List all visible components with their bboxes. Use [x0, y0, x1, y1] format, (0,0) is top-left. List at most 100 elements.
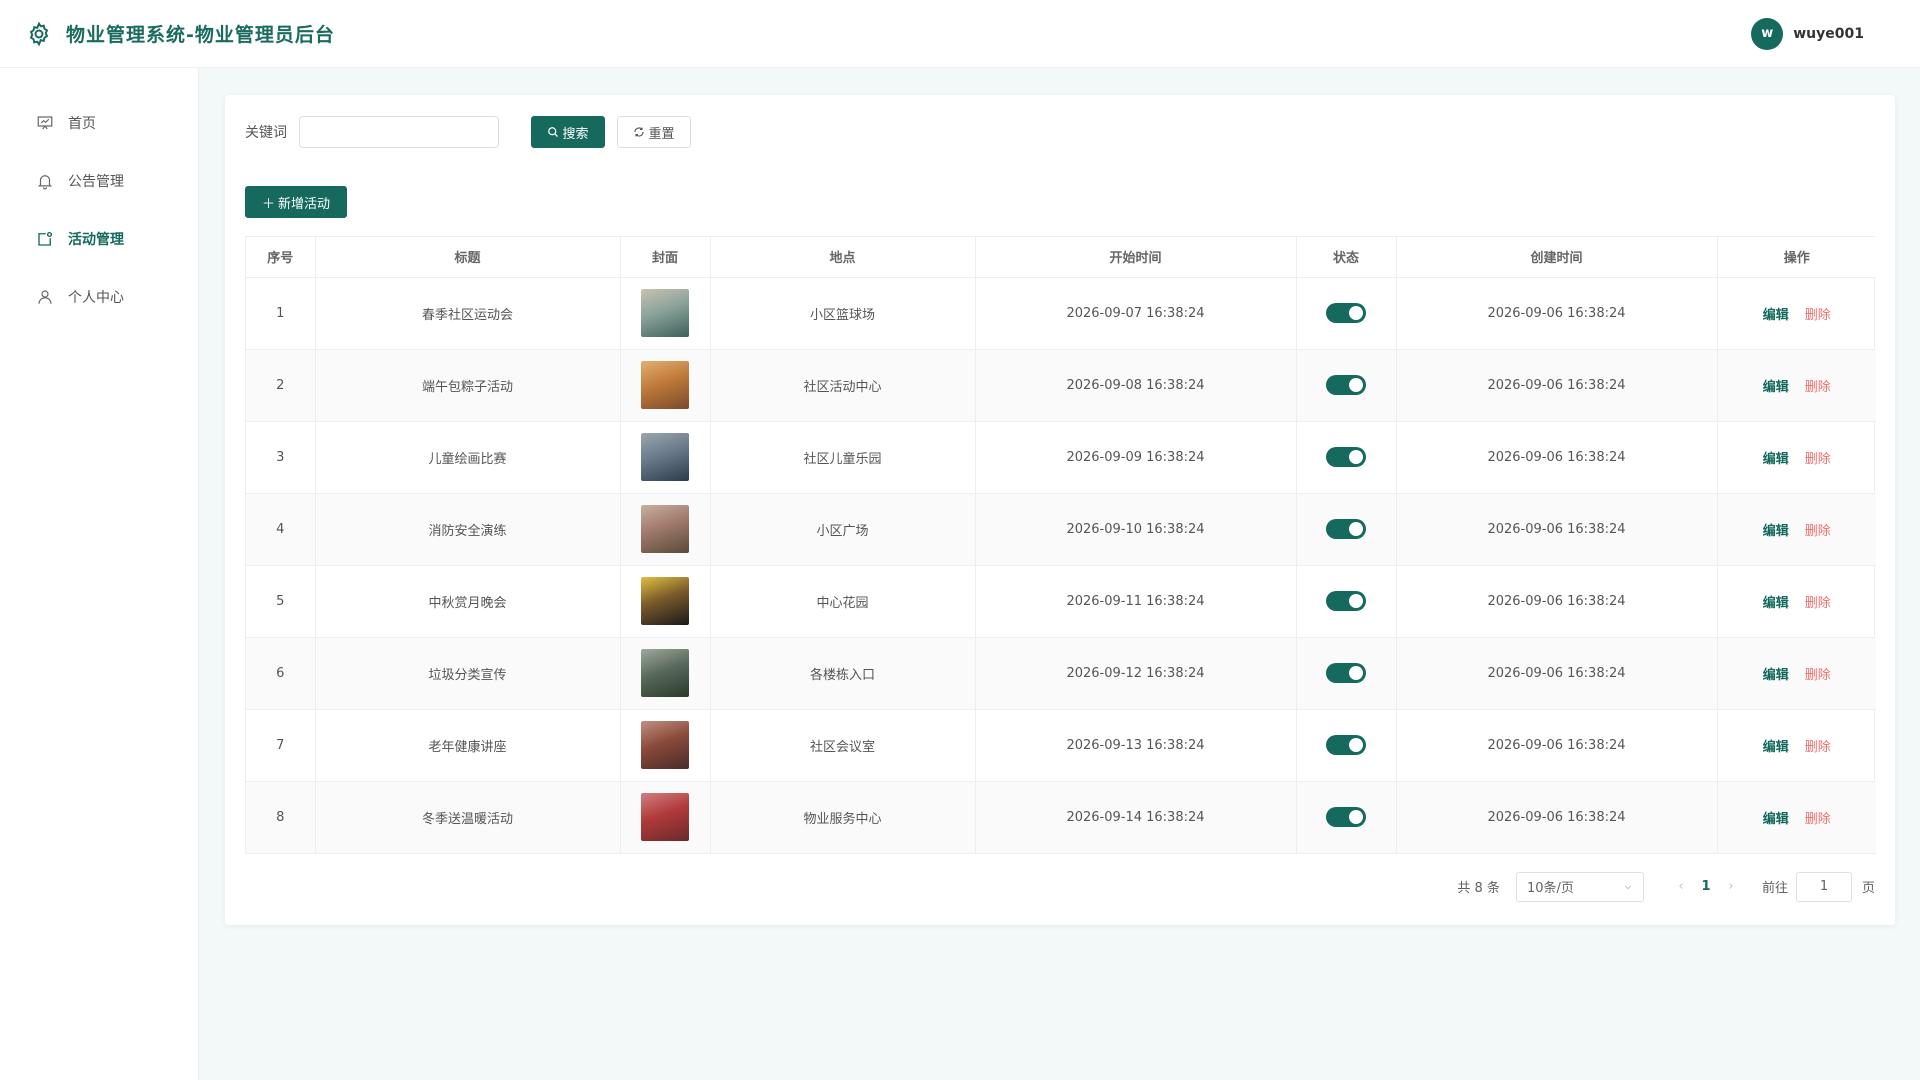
edit-button[interactable]: 编辑 — [1763, 308, 1789, 323]
search-button[interactable]: 搜索 — [531, 116, 605, 148]
cell-created-time: 2026-09-06 16:38:24 — [1396, 565, 1718, 638]
column-header-created-time: 创建时间 — [1396, 237, 1718, 278]
edit-button[interactable]: 编辑 — [1763, 452, 1789, 467]
refresh-icon — [634, 127, 645, 137]
cell-cover — [620, 421, 711, 494]
cell-created-time: 2026-09-06 16:38:24 — [1396, 493, 1718, 566]
cell-index: 1 — [246, 277, 316, 350]
status-toggle[interactable] — [1326, 519, 1366, 539]
reset-button-label: 重置 — [648, 126, 675, 142]
cell-cover — [620, 709, 711, 782]
cover-image — [641, 289, 689, 337]
delete-button[interactable]: 删除 — [1805, 524, 1831, 539]
cell-created-time: 2026-09-06 16:38:24 — [1396, 709, 1718, 782]
sidebar-item-label: 活动管理 — [68, 232, 124, 248]
status-toggle[interactable] — [1326, 375, 1366, 395]
sidebar-item-notices[interactable]: 公告管理 — [0, 152, 198, 210]
main-card: 关键词 搜索 重置 ＋ 新增活动 序号 标题 封面 地点 开始时间 状态 创建时… — [225, 95, 1895, 925]
keyword-input[interactable] — [299, 116, 499, 148]
activity-calendar-icon — [38, 231, 53, 246]
status-toggle[interactable] — [1326, 447, 1366, 467]
cell-location: 社区活动中心 — [710, 349, 976, 422]
cell-index: 5 — [246, 565, 316, 638]
column-header-title: 标题 — [315, 237, 621, 278]
cell-start-time: 2026-09-13 16:38:24 — [975, 709, 1297, 782]
bell-icon — [37, 175, 53, 190]
column-header-start-time: 开始时间 — [975, 237, 1297, 278]
cell-location: 社区会议室 — [710, 709, 976, 782]
edit-button[interactable]: 编辑 — [1763, 668, 1789, 683]
delete-button[interactable]: 删除 — [1805, 380, 1831, 395]
edit-button[interactable]: 编辑 — [1763, 380, 1789, 395]
table-row: 4 消防安全演练 小区广场 2026-09-10 16:38:24 2026-09-06… — [246, 493, 1876, 566]
app-title: 物业管理系统-物业管理员后台 — [66, 24, 335, 46]
cell-index: 8 — [246, 781, 316, 854]
sidebar-item-profile[interactable]: 个人中心 — [0, 268, 198, 326]
column-header-index: 序号 — [246, 237, 316, 278]
status-toggle[interactable] — [1326, 663, 1366, 683]
delete-button[interactable]: 删除 — [1805, 452, 1831, 467]
cell-title: 冬季送温暖活动 — [315, 781, 621, 854]
delete-button[interactable]: 删除 — [1805, 308, 1831, 323]
table-row: 5 中秋赏月晚会 中心花园 2026-09-11 16:38:24 2026-09-06… — [246, 565, 1876, 638]
delete-button[interactable]: 删除 — [1805, 740, 1831, 755]
cell-actions: 编辑 删除 — [1717, 709, 1876, 782]
column-header-actions: 操作 — [1717, 237, 1876, 278]
prev-page-button[interactable]: ‹ — [1666, 879, 1696, 894]
sidebar-item-home[interactable]: 首页 — [0, 94, 198, 152]
cell-actions: 编辑 删除 — [1717, 637, 1876, 710]
activity-table: 序号 标题 封面 地点 开始时间 状态 创建时间 操作 1 春季社区运动会 小区篮球… — [245, 236, 1876, 854]
cover-image — [641, 361, 689, 409]
cell-index: 7 — [246, 709, 316, 782]
username[interactable]: wuye001 — [1793, 26, 1864, 42]
cell-index: 4 — [246, 493, 316, 566]
cover-image — [641, 793, 689, 841]
cell-location: 中心花园 — [710, 565, 976, 638]
delete-button[interactable]: 删除 — [1805, 812, 1831, 827]
user-menu[interactable]: w wuye001 — [1751, 17, 1864, 50]
edit-button[interactable]: 编辑 — [1763, 596, 1789, 611]
avatar[interactable]: w — [1751, 17, 1784, 50]
cover-image — [641, 577, 689, 625]
status-toggle[interactable] — [1326, 591, 1366, 611]
sidebar-item-label: 公告管理 — [68, 174, 124, 190]
pagination-total: 共 8 条 — [1457, 881, 1500, 896]
edit-button[interactable]: 编辑 — [1763, 524, 1789, 539]
sidebar: 首页 公告管理 活动管理 个人中心 — [0, 68, 199, 1080]
column-header-location: 地点 — [710, 237, 976, 278]
column-header-status: 状态 — [1296, 237, 1397, 278]
search-button-label: 搜索 — [562, 126, 589, 142]
page-number-current[interactable]: 1 — [1696, 879, 1716, 894]
cell-location: 社区儿童乐园 — [710, 421, 976, 494]
cell-actions: 编辑 删除 — [1717, 565, 1876, 638]
cell-actions: 编辑 删除 — [1717, 349, 1876, 422]
reset-button[interactable]: 重置 — [617, 116, 691, 148]
next-page-button[interactable]: › — [1716, 879, 1746, 894]
status-toggle[interactable] — [1326, 303, 1366, 323]
cover-image — [641, 433, 689, 481]
table-row: 8 冬季送温暖活动 物业服务中心 2026-09-14 16:38:24 2026-09… — [246, 781, 1876, 854]
cell-cover — [620, 637, 711, 710]
cell-index: 3 — [246, 421, 316, 494]
delete-button[interactable]: 删除 — [1805, 596, 1831, 611]
cell-status — [1296, 565, 1397, 638]
app-header: 物业管理系统-物业管理员后台 w wuye001 — [0, 0, 1920, 68]
status-toggle[interactable] — [1326, 735, 1366, 755]
page-size-select[interactable]: 10条/页 — [1515, 871, 1644, 902]
edit-button[interactable]: 编辑 — [1763, 812, 1789, 827]
delete-button[interactable]: 删除 — [1805, 668, 1831, 683]
cell-index: 6 — [246, 637, 316, 710]
search-bar: 关键词 搜索 重置 — [245, 116, 1875, 148]
cell-status — [1296, 781, 1397, 854]
cell-cover — [620, 781, 711, 854]
status-toggle[interactable] — [1326, 807, 1366, 827]
cell-start-time: 2026-09-10 16:38:24 — [975, 493, 1297, 566]
edit-button[interactable]: 编辑 — [1763, 740, 1789, 755]
sidebar-item-activities[interactable]: 活动管理 — [0, 210, 198, 268]
cell-start-time: 2026-09-08 16:38:24 — [975, 349, 1297, 422]
cell-cover — [620, 349, 711, 422]
add-activity-button[interactable]: ＋ 新增活动 — [245, 186, 347, 218]
goto-page-input[interactable]: 1 — [1795, 871, 1852, 902]
cell-status — [1296, 493, 1397, 566]
cell-title: 春季社区运动会 — [315, 277, 621, 350]
